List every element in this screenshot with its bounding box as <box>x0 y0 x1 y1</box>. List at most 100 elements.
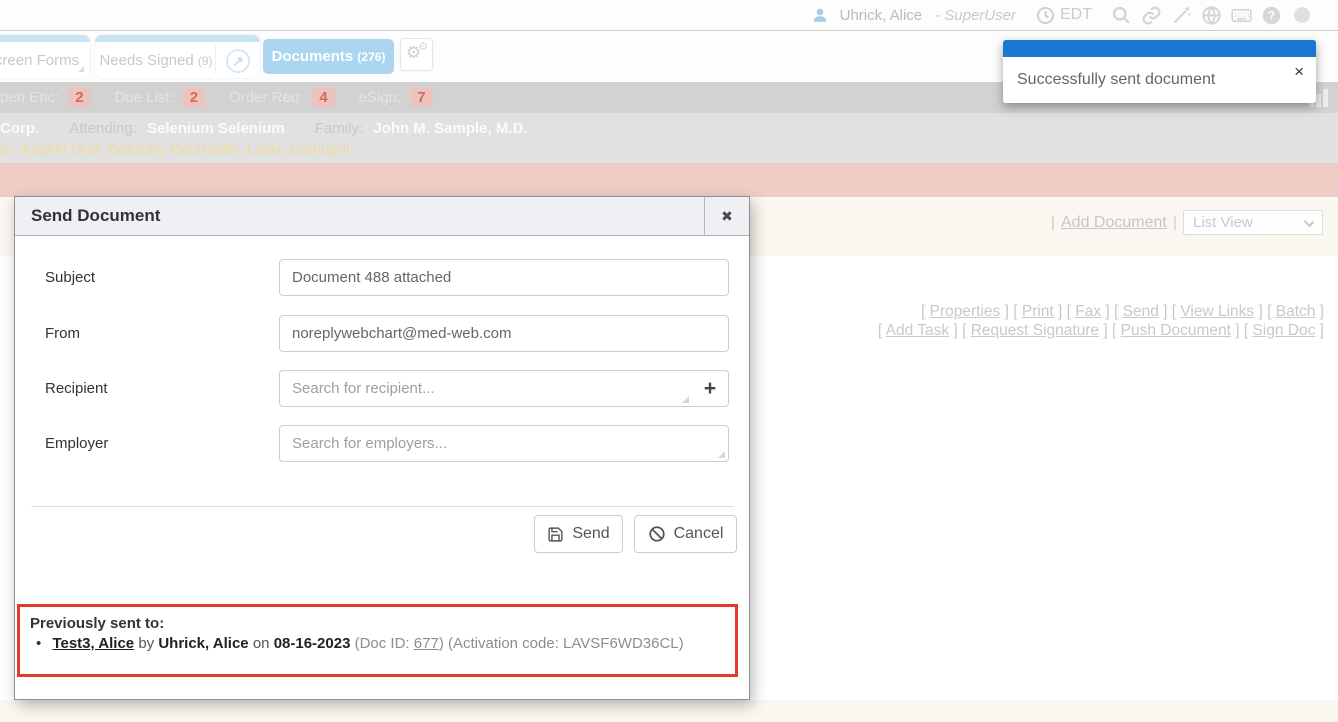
tab-needs-signed-label: Needs Signed (9) <box>97 52 215 69</box>
dialog-close-button[interactable]: ✖ <box>704 197 749 235</box>
toast-accent-bar <box>1003 40 1316 57</box>
alert-band <box>0 163 1338 197</box>
save-icon <box>547 526 564 543</box>
bottom-strip <box>0 700 1338 722</box>
send-button-label: Send <box>572 525 609 543</box>
previously-sent-heading: Previously sent to: <box>30 615 725 632</box>
document-action-link[interactable]: Print <box>1013 303 1066 320</box>
user-role: - SuperUser <box>935 7 1016 24</box>
document-action-links: PropertiesPrintFaxSendView LinksBatch Ad… <box>878 302 1324 340</box>
recipient-placeholder: Search for recipient... <box>292 380 435 397</box>
employer-search-input[interactable]: Search for employers... <box>279 425 729 462</box>
status-badge[interactable]: 2 <box>68 88 90 107</box>
bullet-icon: • <box>36 635 41 652</box>
user-name[interactable]: Uhrick, Alice <box>840 7 923 24</box>
add-recipient-button[interactable]: + <box>692 370 729 407</box>
document-action-link[interactable]: Properties <box>921 303 1013 320</box>
add-document-link[interactable]: Add Document <box>1061 214 1167 232</box>
help-icon[interactable]: ? <box>1261 5 1282 26</box>
dialog-header[interactable]: Send Document ✖ <box>15 197 749 236</box>
dialog-title: Send Document <box>31 197 160 235</box>
recipient-search-input[interactable]: Search for recipient... <box>279 370 693 407</box>
clock-icon <box>1035 5 1056 26</box>
tab-screen-forms[interactable]: creen Forms <box>0 35 90 78</box>
sent-recipient-link[interactable]: Test3, Alice <box>52 635 134 652</box>
document-action-link[interactable]: View Links <box>1172 303 1267 320</box>
employer-value: Corp. <box>0 120 39 137</box>
previously-sent-entry: • Test3, Alice by Uhrick, Alice on 08-16… <box>30 635 725 652</box>
subject-input[interactable] <box>279 259 729 296</box>
tab-documents[interactable]: Documents (276) <box>263 39 394 74</box>
status-counter[interactable]: pen Enc: 2 <box>0 88 91 107</box>
doc-id-suffix: ) <box>439 635 444 652</box>
user-icon <box>810 5 831 26</box>
top-bar: Uhrick, Alice - SuperUser EDT ? <box>0 0 1338 31</box>
document-action-link[interactable]: Sign Doc <box>1244 322 1324 339</box>
status-counter[interactable]: Due List: 2 <box>115 88 206 107</box>
employer-label: Employer <box>45 435 108 452</box>
tab-screen-forms-label: creen Forms <box>0 52 90 69</box>
cancel-icon <box>648 525 666 543</box>
top-bar-user-area: Uhrick, Alice - SuperUser EDT ? <box>810 0 1312 30</box>
allergies-label: s: <box>0 141 12 158</box>
status-badge[interactable]: 4 <box>312 88 334 107</box>
document-action-link[interactable]: Send <box>1114 303 1172 320</box>
resize-handle-icon[interactable] <box>718 451 725 458</box>
doc-id-prefix: (Doc ID: <box>355 635 410 652</box>
sent-date: 08-16-2023 <box>274 635 351 652</box>
document-action-link[interactable]: Add Task <box>878 322 962 339</box>
status-dot-icon <box>1291 5 1312 26</box>
sent-by-name: Uhrick, Alice <box>158 635 248 652</box>
patient-allergies-line: s: Aspirin Oral, Calcium, Coumadin, Lasi… <box>0 141 349 158</box>
wand-icon[interactable] <box>1171 5 1192 26</box>
view-mode-value: List View <box>1193 214 1253 231</box>
status-badge[interactable]: 7 <box>410 88 432 107</box>
employer-placeholder: Search for employers... <box>292 435 447 452</box>
from-label: From <box>45 325 80 342</box>
subject-label: Subject <box>45 269 95 286</box>
document-action-link[interactable]: Fax <box>1067 303 1114 320</box>
attending-label: Attending: <box>69 120 137 137</box>
popout-icon[interactable]: ↗ <box>226 49 250 73</box>
timezone-label: EDT <box>1060 6 1092 24</box>
document-action-link[interactable]: Request Signature <box>962 322 1112 339</box>
cancel-button[interactable]: Cancel <box>634 515 737 553</box>
family-value: John M. Sample, M.D. <box>373 120 527 137</box>
send-document-dialog: Send Document ✖ Subject From Recipient S… <box>14 196 750 700</box>
search-icon[interactable] <box>1111 5 1132 26</box>
view-mode-select[interactable]: List View <box>1183 210 1323 235</box>
document-action-link[interactable]: Push Document <box>1112 322 1244 339</box>
family-label: Family: <box>315 120 363 137</box>
status-badge[interactable]: 2 <box>183 88 205 107</box>
tab-divider <box>215 44 216 74</box>
recipient-label: Recipient <box>45 380 108 397</box>
document-action-link[interactable]: Batch <box>1267 303 1324 320</box>
from-input[interactable] <box>279 315 729 352</box>
status-counter[interactable]: eSign: 7 <box>359 88 433 107</box>
patient-providers-line: Corp. Attending: Selenium Selenium Famil… <box>0 120 528 137</box>
allergies-list: Aspirin Oral, Calcium, Coumadin, Lasix, … <box>21 141 349 158</box>
button-divider <box>31 506 734 507</box>
toast-close-icon[interactable]: × <box>1294 63 1304 80</box>
attending-value: Selenium Selenium <box>147 120 285 137</box>
tab-corner-mark <box>78 66 84 72</box>
patient-header: Corp. Attending: Selenium Selenium Famil… <box>0 113 1338 163</box>
status-counter[interactable]: Order Req: 4 <box>229 88 335 107</box>
toast-notification: Successfully sent document × <box>1003 40 1316 103</box>
previously-sent-section: Previously sent to: • Test3, Alice by Uh… <box>17 604 738 677</box>
doc-id-link[interactable]: 677 <box>414 635 439 652</box>
tab-needs-signed[interactable]: Needs Signed (9) ↗ <box>95 35 260 78</box>
documents-toolbar: | Add Document | List View <box>1051 210 1323 235</box>
gear-small-icon: ⚙ <box>418 40 428 53</box>
globe-icon[interactable] <box>1201 5 1222 26</box>
send-button[interactable]: Send <box>534 515 623 553</box>
resize-handle-icon[interactable] <box>682 396 689 403</box>
toast-message: Successfully sent document <box>1017 71 1215 89</box>
keyboard-icon[interactable] <box>1231 5 1252 26</box>
svg-text:?: ? <box>1268 8 1275 22</box>
activation-code: (Activation code: LAVSF6WD36CL) <box>448 635 684 652</box>
link-icon[interactable] <box>1141 5 1162 26</box>
tab-settings-button[interactable]: ⚙ ⚙ <box>400 38 433 71</box>
cancel-button-label: Cancel <box>674 525 724 543</box>
chevron-down-icon <box>1304 217 1314 227</box>
